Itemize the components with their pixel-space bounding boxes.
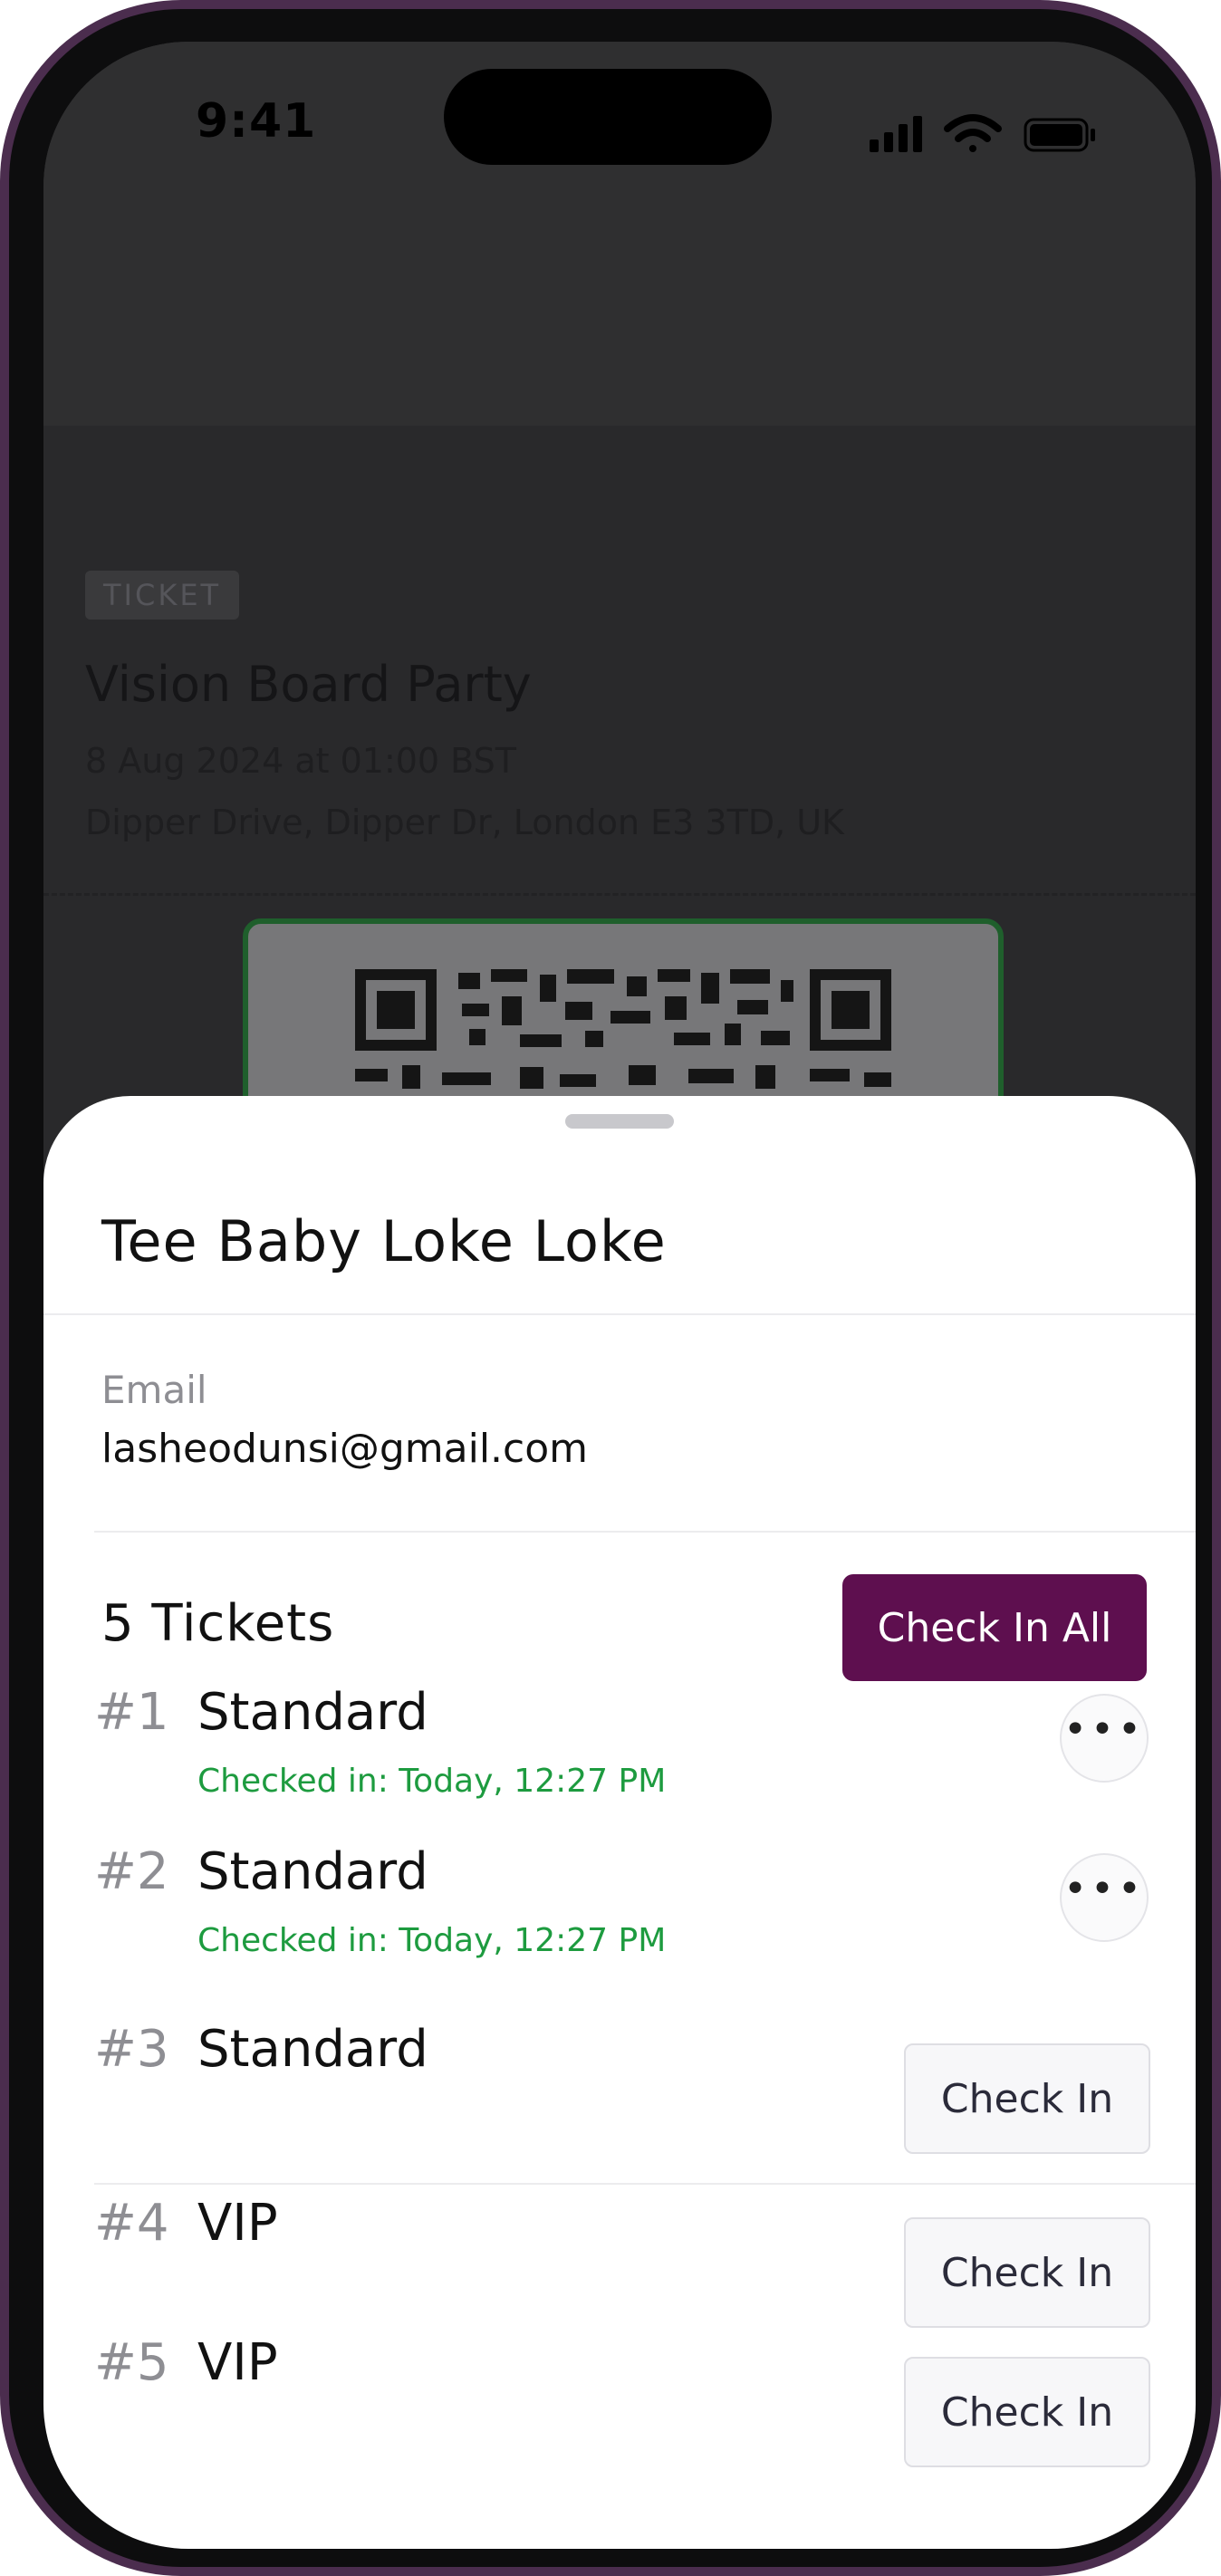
ticket-divider — [43, 893, 1196, 896]
check-in-all-button[interactable]: Check In All — [842, 1574, 1147, 1681]
email-value: lasheodunsi@gmail.com — [101, 1426, 589, 1472]
attendee-bottom-sheet: Tee Baby Loke Loke Email lasheodunsi@gma… — [43, 1096, 1196, 2549]
ticket-number: #3 — [94, 2020, 169, 2079]
ticket-type: Standard — [197, 1683, 428, 1742]
check-in-button[interactable]: Check In — [904, 2357, 1150, 2467]
ticket-number: #2 — [94, 1842, 169, 1901]
event-date: 8 Aug 2024 at 01:00 BST — [85, 741, 516, 781]
ticket-checked-in-status: Checked in: Today, 12:27 PM — [197, 1763, 667, 1800]
wifi-icon — [944, 114, 1002, 152]
divider — [94, 2183, 1196, 2185]
divider — [43, 1313, 1196, 1315]
screen: 9:41 TICKET Vision Board Party 8 Aug 202… — [43, 42, 1196, 2549]
divider — [94, 1531, 1196, 1533]
ticket-number: #1 — [94, 1683, 169, 1742]
more-icon: ••• — [1063, 1866, 1145, 1912]
check-in-button[interactable]: Check In — [904, 2043, 1150, 2154]
guest-name: Tee Baby Loke Loke — [101, 1208, 667, 1274]
ticket-type: Standard — [197, 2020, 428, 2079]
ticket-number: #5 — [94, 2333, 169, 2392]
status-time: 9:41 — [196, 94, 317, 149]
more-icon: ••• — [1063, 1706, 1145, 1753]
ticket-type: Standard — [197, 1842, 428, 1901]
signal-icon — [870, 116, 922, 152]
ticket-number: #4 — [94, 2194, 169, 2253]
ticket-type: VIP — [197, 2333, 278, 2392]
ticket-more-button[interactable]: ••• — [1060, 1853, 1149, 1942]
phone-bezel: 9:41 TICKET Vision Board Party 8 Aug 202… — [9, 9, 1212, 2567]
sheet-grabber[interactable] — [565, 1114, 674, 1129]
ticket-type: VIP — [197, 2194, 278, 2253]
ticket-tag: TICKET — [85, 571, 240, 620]
email-label: Email — [101, 1368, 207, 1412]
system-icons — [870, 114, 1095, 152]
ticket-checked-in-status: Checked in: Today, 12:27 PM — [197, 1922, 667, 1959]
status-bar: 9:41 — [43, 42, 1196, 223]
check-in-button[interactable]: Check In — [904, 2217, 1150, 2328]
event-venue: Dipper Drive, Dipper Dr, London E3 3TD, … — [85, 803, 844, 842]
event-title: Vision Board Party — [85, 656, 532, 713]
phone-frame: 9:41 TICKET Vision Board Party 8 Aug 202… — [0, 0, 1221, 2576]
battery-icon — [1024, 118, 1095, 152]
dynamic-island — [444, 69, 772, 165]
ticket-more-button[interactable]: ••• — [1060, 1694, 1149, 1783]
tickets-count: 5 Tickets — [101, 1594, 335, 1653]
